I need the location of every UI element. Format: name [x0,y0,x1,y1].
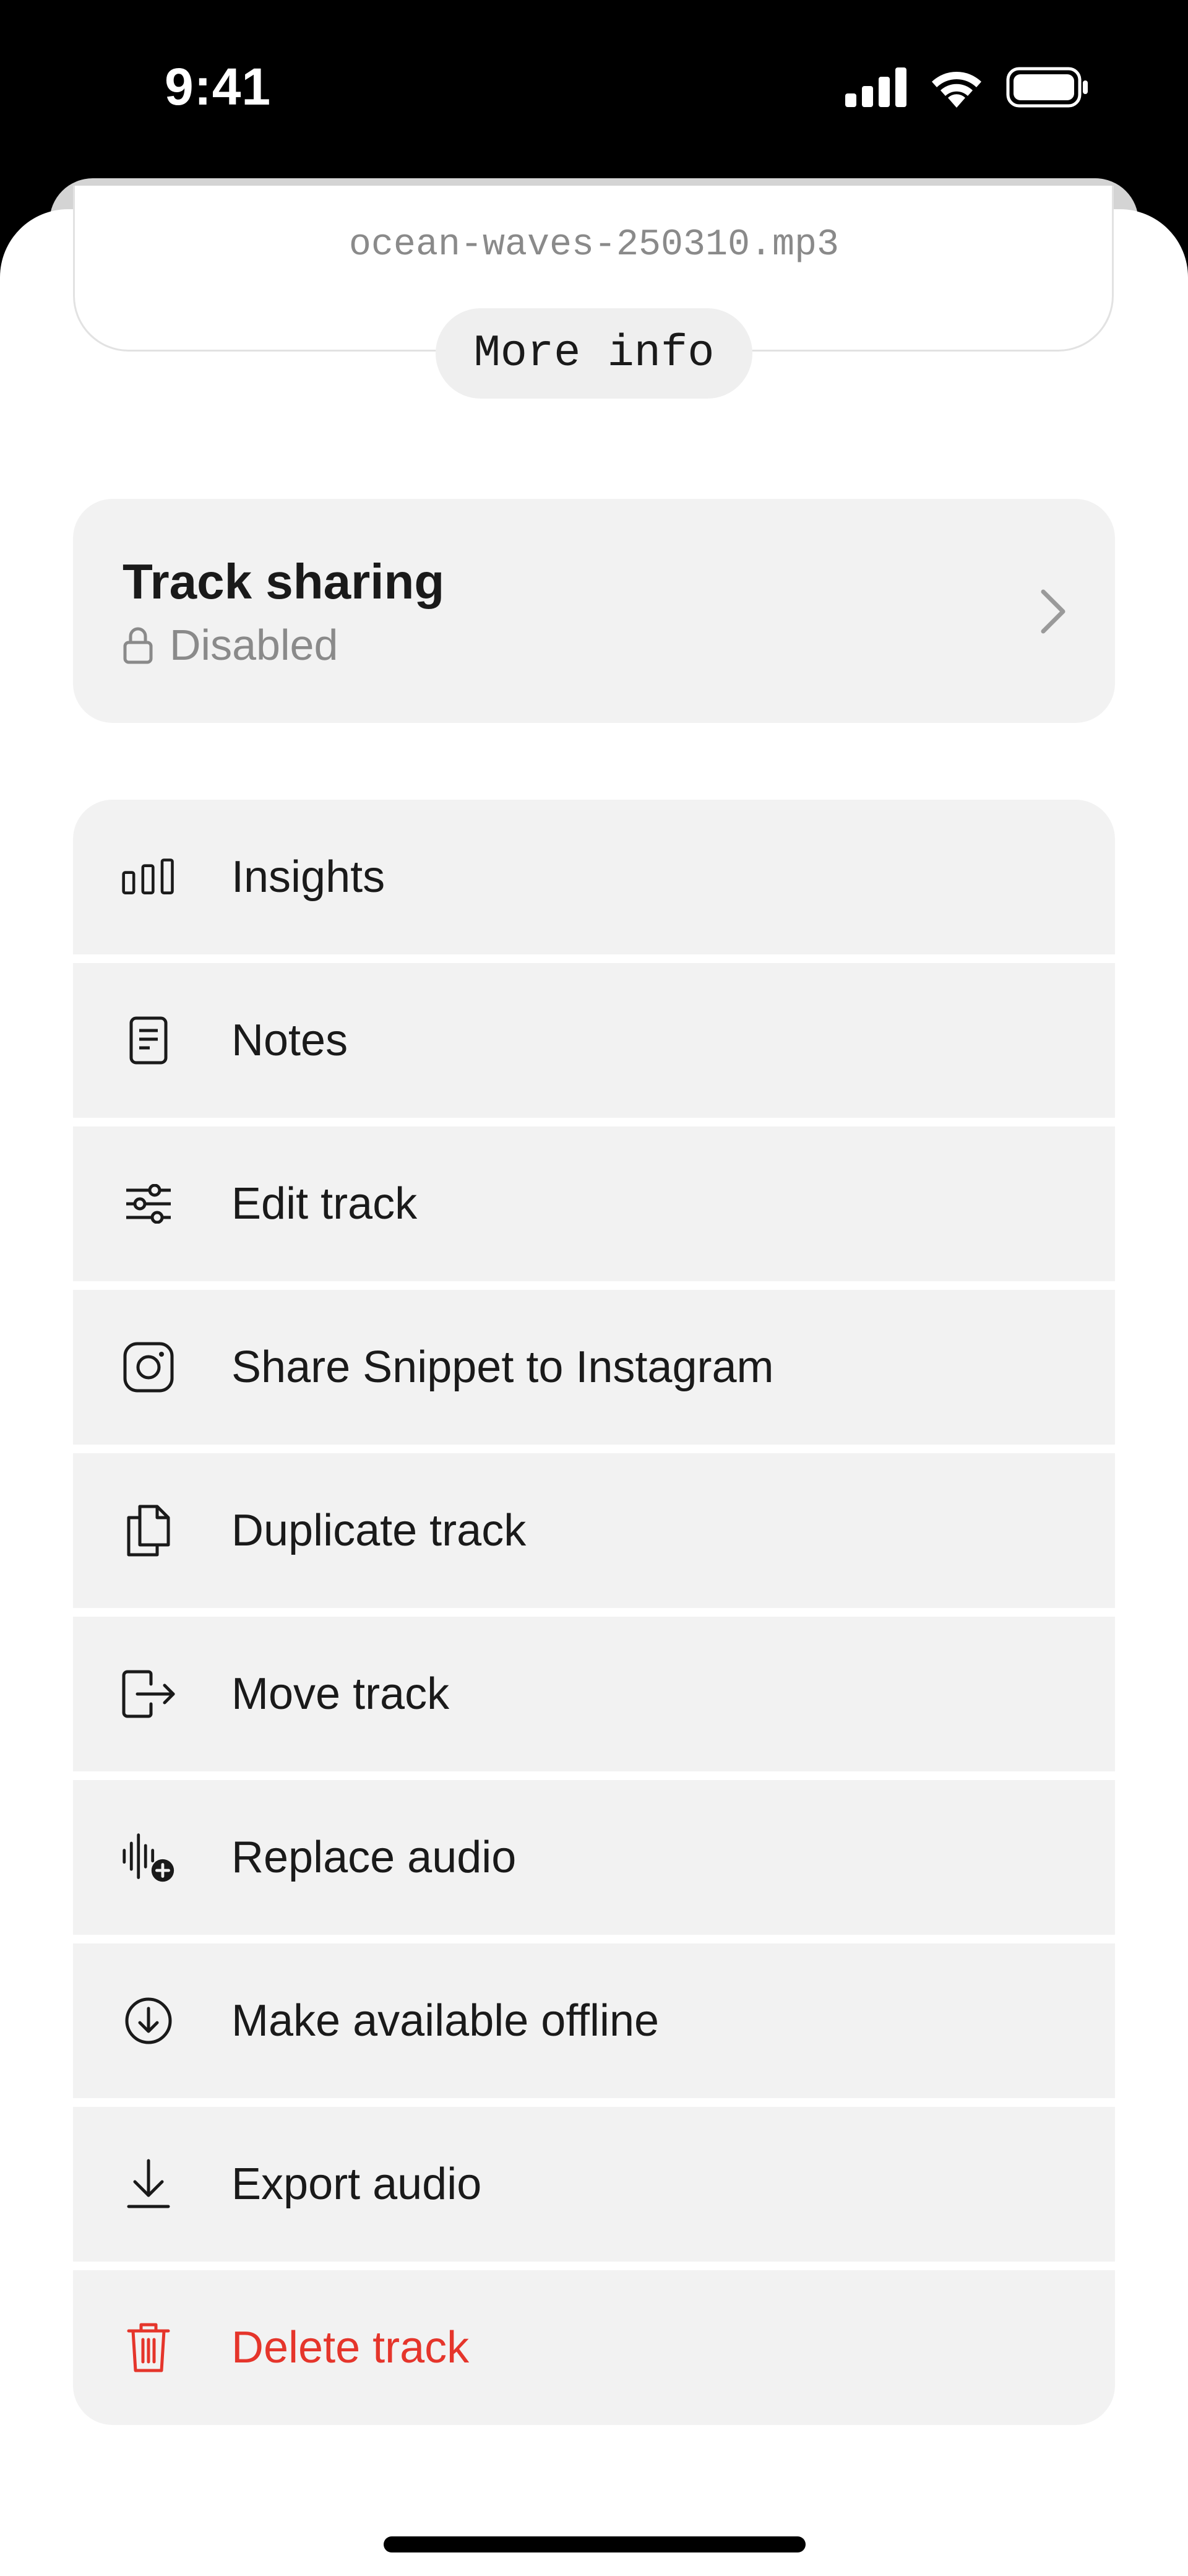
track-sharing-row[interactable]: Track sharing Disabled [73,499,1115,723]
menu-item-label: Notes [231,1016,348,1065]
menu-item-label: Replace audio [231,1833,517,1882]
move-icon [121,1667,176,1721]
menu-item-label: Edit track [231,1179,418,1229]
menu-item-label: Share Snippet to Instagram [231,1342,774,1392]
menu-item-notes[interactable]: Notes [73,963,1115,1118]
bar-chart-icon [121,850,176,904]
menu-item-delete-track[interactable]: Delete track [73,2270,1115,2425]
track-sharing-title: Track sharing [123,554,445,609]
menu-item-edit-track[interactable]: Edit track [73,1126,1115,1281]
chevron-right-icon [1041,589,1065,634]
home-indicator[interactable] [384,2536,806,2552]
battery-icon [1006,67,1088,108]
menu-item-share-instagram[interactable]: Share Snippet to Instagram [73,1290,1115,1445]
menu-item-label: Insights [231,852,385,902]
more-info-button[interactable]: More info [436,308,752,399]
track-actions-menu: Insights Notes Edit track Share Snippet … [73,800,1115,2425]
track-sharing-status: Disabled [123,620,338,670]
replace-audio-icon [121,1830,176,1885]
lock-icon [123,627,153,664]
menu-item-label: Make available offline [231,1996,660,2046]
note-icon [121,1013,176,1068]
track-sharing-status-label: Disabled [170,621,338,669]
menu-item-label: Move track [231,1669,450,1719]
export-icon [121,2157,176,2211]
instagram-icon [121,1340,176,1394]
menu-item-label: Delete track [231,2323,470,2372]
menu-item-label: Export audio [231,2159,482,2209]
menu-item-make-available-offline[interactable]: Make available offline [73,1943,1115,2098]
status-icons [845,67,1089,108]
download-circle-icon [121,1994,176,2048]
menu-item-label: Duplicate track [231,1506,527,1555]
menu-item-insights[interactable]: Insights [73,800,1115,954]
menu-item-replace-audio[interactable]: Replace audio [73,1780,1115,1935]
menu-item-export-audio[interactable]: Export audio [73,2107,1115,2262]
sliders-icon [121,1177,176,1231]
cellular-signal-icon [845,67,906,107]
status-bar: 9:41 [0,0,1188,179]
menu-item-duplicate-track[interactable]: Duplicate track [73,1453,1115,1608]
menu-item-move-track[interactable]: Move track [73,1617,1115,1771]
bottom-sheet: ocean-waves-250310.mp3 More info Track s… [0,186,1188,2576]
status-time: 9:41 [165,58,272,116]
wifi-icon [932,72,981,108]
file-name: ocean-waves-250310.mp3 [348,224,840,266]
trash-icon [121,2320,176,2375]
duplicate-icon [121,1503,176,1558]
